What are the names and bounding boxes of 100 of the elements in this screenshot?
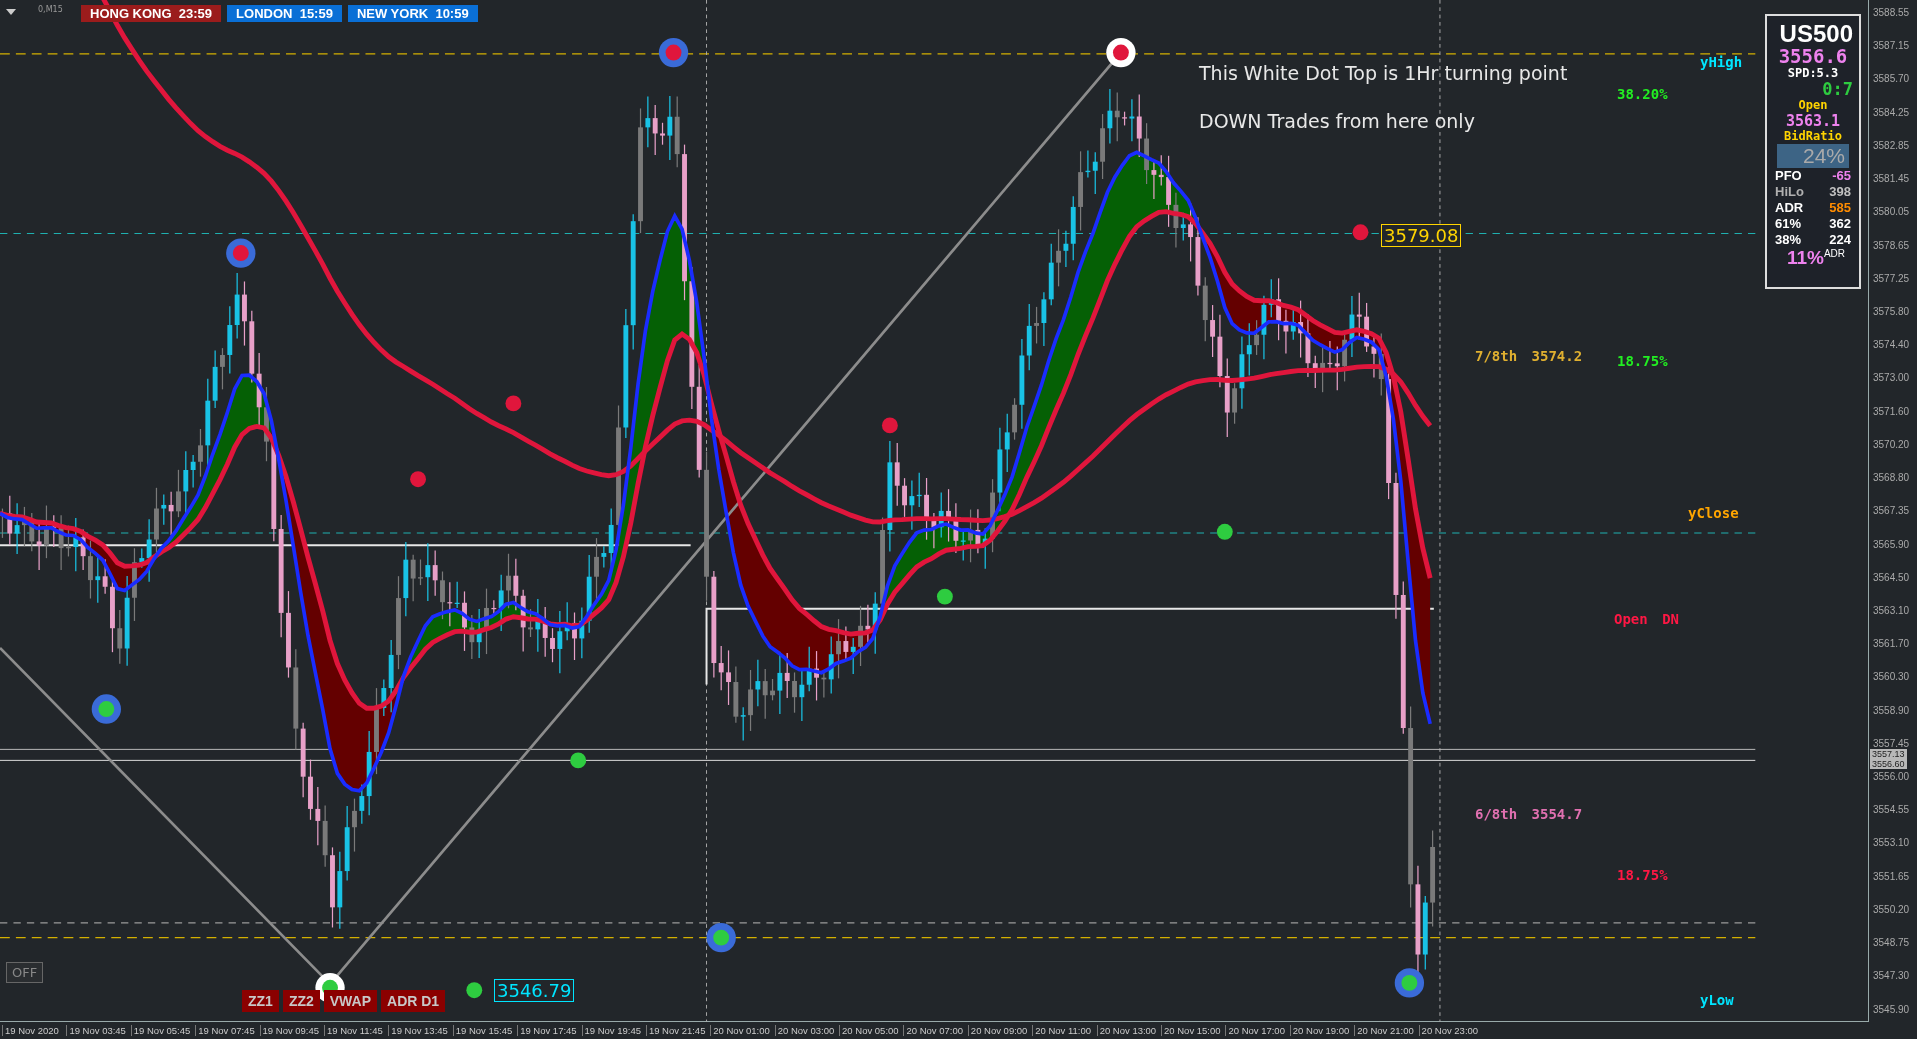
stat-label: 38% bbox=[1775, 232, 1802, 248]
time-tick-label: 20 Nov 13:00 bbox=[1096, 1025, 1162, 1036]
session-clock: LONDON 15:59 bbox=[227, 5, 342, 22]
time-tick-label: 20 Nov 01:00 bbox=[710, 1025, 775, 1036]
stat-value: -65 bbox=[1832, 168, 1851, 184]
stat-label: ADR bbox=[1775, 200, 1804, 216]
stat-label: 61% bbox=[1775, 216, 1802, 232]
time-tick-label: 20 Nov 05:00 bbox=[839, 1025, 904, 1036]
signal-dot bbox=[570, 752, 587, 769]
time-tick-label: 20 Nov 15:00 bbox=[1161, 1025, 1226, 1036]
price-tick-label: 3551.65 bbox=[1872, 869, 1911, 883]
open-price: 3563.1 bbox=[1785, 113, 1841, 129]
ringed-signal-dot bbox=[658, 37, 689, 68]
signal-dot bbox=[881, 417, 898, 434]
price-tick-label: 3574.40 bbox=[1872, 338, 1911, 352]
price-tick-label: 3564.50 bbox=[1872, 570, 1911, 584]
price-tick-label: 3561.70 bbox=[1872, 637, 1911, 651]
price-tick-label: 3553.10 bbox=[1872, 836, 1911, 850]
chart-annotation: This White Dot Top is 1Hr turning point bbox=[1199, 62, 1568, 84]
indicator-button[interactable]: ZZ2 bbox=[282, 990, 320, 1012]
time-tick-label: 19 Nov 2020 bbox=[2, 1025, 67, 1036]
indicator-button[interactable]: VWAP bbox=[323, 990, 377, 1012]
level-label: Open DN bbox=[1614, 611, 1679, 627]
chart-annotation: DOWN Trades from here only bbox=[1199, 110, 1476, 132]
price-tick-label: 3556.00 bbox=[1872, 770, 1911, 784]
stat-value: 362 bbox=[1829, 216, 1851, 232]
price-tag: 3546.79 bbox=[494, 979, 575, 1002]
stat-label: PFO bbox=[1775, 168, 1802, 184]
price-tick-label: 3573.00 bbox=[1872, 371, 1911, 385]
time-tick-label: 20 Nov 09:00 bbox=[967, 1025, 1033, 1036]
ringed-signal-dot bbox=[226, 238, 256, 268]
price-tick-label: 3563.10 bbox=[1872, 603, 1911, 617]
price-tick-label: 3582.85 bbox=[1872, 138, 1911, 152]
open-label: Open bbox=[1798, 98, 1828, 113]
time-tick-label: 19 Nov 19:45 bbox=[581, 1025, 646, 1036]
level-label: yClose bbox=[1688, 505, 1739, 521]
signal-dot bbox=[1216, 523, 1233, 540]
price-tick-label: 3587.15 bbox=[1872, 39, 1911, 53]
price-tick-label: 3560.30 bbox=[1872, 670, 1911, 684]
level-label: 38.20% bbox=[1617, 86, 1668, 102]
ringed-signal-dot bbox=[1394, 968, 1425, 998]
time-tick-label: 19 Nov 09:45 bbox=[259, 1025, 324, 1036]
time-tick-label: 20 Nov 03:00 bbox=[774, 1025, 840, 1036]
price-tick-label: 3548.75 bbox=[1872, 936, 1911, 950]
signal-dot bbox=[466, 982, 483, 999]
spread-value: SPD:5.3 bbox=[1787, 66, 1839, 80]
session-clock: HONG KONG 23:59 bbox=[81, 5, 222, 22]
off-button[interactable]: OFF bbox=[6, 962, 44, 983]
time-tick-label: 20 Nov 21:00 bbox=[1354, 1025, 1419, 1036]
candle-timer: 0:7 bbox=[1822, 80, 1853, 98]
signal-dot bbox=[505, 395, 522, 412]
price-tick-label: 3580.05 bbox=[1872, 205, 1911, 219]
indicator-button[interactable]: ADR D1 bbox=[381, 990, 446, 1012]
level-label: 18.75% bbox=[1617, 867, 1668, 883]
adr-suffix: ADR bbox=[1823, 248, 1846, 259]
time-tick-label: 20 Nov 19:00 bbox=[1289, 1025, 1355, 1036]
price-tick-label: 3565.90 bbox=[1872, 537, 1911, 551]
level-label: 6/8th 3554.7 bbox=[1475, 806, 1583, 822]
time-tick-label: 20 Nov 11:00 bbox=[1032, 1025, 1097, 1036]
time-tick-label: 19 Nov 13:45 bbox=[388, 1025, 453, 1036]
price-tick-label: 3571.60 bbox=[1872, 404, 1911, 418]
level-label: yHigh bbox=[1700, 54, 1743, 70]
price-tick-label: 3557.45 bbox=[1872, 736, 1911, 750]
time-tick-label: 20 Nov 17:00 bbox=[1225, 1025, 1290, 1036]
ringed-signal-dot bbox=[91, 694, 121, 724]
price-tick-label: 3584.25 bbox=[1872, 105, 1911, 119]
time-tick-label: 20 Nov 07:00 bbox=[903, 1025, 968, 1036]
current-price-tag: 3556.60 bbox=[1870, 759, 1907, 769]
ringed-signal-dot bbox=[706, 923, 736, 953]
price-tick-label: 3570.20 bbox=[1872, 437, 1911, 451]
price-tick-label: 3567.35 bbox=[1872, 504, 1911, 518]
current-price-tag: 3557.13 bbox=[1870, 749, 1907, 759]
time-tick-label: 20 Nov 23:00 bbox=[1418, 1025, 1483, 1036]
price-tick-label: 3550.20 bbox=[1872, 902, 1911, 916]
price-tick-label: 3575.80 bbox=[1872, 304, 1911, 318]
signal-dot bbox=[410, 471, 426, 488]
indicator-button[interactable]: ZZ1 bbox=[242, 990, 279, 1012]
symbol-name: US500 bbox=[1779, 22, 1853, 46]
bid-ratio-value: 24% bbox=[1777, 144, 1849, 168]
price-tick-label: 3568.80 bbox=[1872, 471, 1911, 485]
time-tick-label: 19 Nov 17:45 bbox=[517, 1025, 582, 1036]
price-tick-label: 3581.45 bbox=[1872, 172, 1911, 186]
signal-dot bbox=[1352, 224, 1369, 241]
price-tick-label: 3547.30 bbox=[1872, 969, 1911, 983]
price-tick-label: 3578.65 bbox=[1872, 238, 1911, 252]
price-tick-label: 3577.25 bbox=[1872, 271, 1911, 285]
dropdown-arrow-icon[interactable] bbox=[6, 9, 16, 15]
bid-ratio-label: BidRatio bbox=[1784, 129, 1842, 144]
level-label: 18.75% bbox=[1617, 353, 1668, 369]
time-tick-label: 19 Nov 05:45 bbox=[130, 1025, 196, 1036]
price-tag: 3579.08 bbox=[1381, 224, 1462, 247]
price-tick-label: 3558.90 bbox=[1872, 703, 1911, 717]
time-tick-label: 19 Nov 03:45 bbox=[66, 1025, 131, 1036]
time-tick-label: 19 Nov 11:45 bbox=[323, 1025, 389, 1036]
time-tick-label: 19 Nov 21:45 bbox=[645, 1025, 711, 1036]
stat-value: 224 bbox=[1829, 232, 1851, 248]
price-tick-label: 3554.55 bbox=[1872, 803, 1911, 817]
time-tick-label: 19 Nov 15:45 bbox=[452, 1025, 518, 1036]
stat-value: 585 bbox=[1829, 200, 1851, 216]
stat-value: 398 bbox=[1829, 184, 1851, 200]
